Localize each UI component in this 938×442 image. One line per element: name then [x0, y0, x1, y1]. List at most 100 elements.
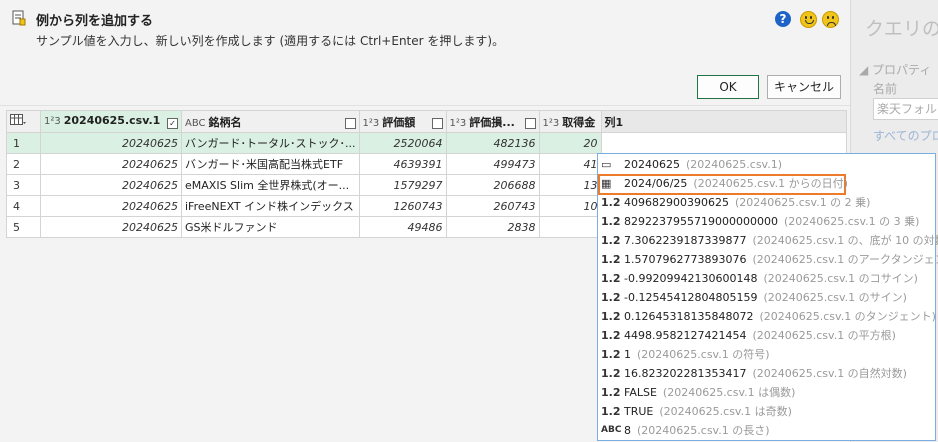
- suggestion-item[interactable]: 1.2 4498.9582127421454 (20240625.csv.1 の平方…: [598, 326, 935, 345]
- suggestion-value: 20240625: [624, 158, 680, 171]
- suggestion-item[interactable]: ▦ 2024/06/25 (20240625.csv.1 からの日付): [598, 174, 935, 193]
- cell: 4639391: [358, 153, 447, 175]
- table-row[interactable]: 1 20240625 バンガード･トータル･ストック･... 2520064 4…: [6, 132, 847, 154]
- cell: GS米ドルファンド: [181, 216, 360, 238]
- decimal-icon: 1.2: [601, 367, 621, 380]
- all-properties-link[interactable]: すべてのプロ: [873, 127, 938, 144]
- suggestion-item[interactable]: ABC 8 (20240625.csv.1 の長さ): [598, 421, 935, 440]
- suggestion-item[interactable]: 1.2 -0.99209942130600148 (20240625.csv.1 の…: [598, 269, 935, 288]
- decimal-icon: 1.2: [601, 253, 621, 266]
- column-label: 取得金: [562, 115, 596, 129]
- row-number: 4: [6, 195, 41, 217]
- row-number: 1: [6, 132, 41, 154]
- cell: 2838: [445, 216, 540, 238]
- suggestion-value: 8292237955719000000000: [624, 215, 778, 228]
- column-header-new[interactable]: 列1: [600, 110, 847, 133]
- abc-icon: ABC: [601, 425, 622, 435]
- suggestion-value: FALSE: [624, 386, 657, 399]
- help-icon[interactable]: ?: [775, 11, 791, 27]
- suggestion-value: -0.12545412804805159: [624, 291, 758, 304]
- cell: バンガード･米国高配当株式ETF: [181, 153, 360, 175]
- column-checkbox[interactable]: [344, 117, 356, 129]
- cell: iFreeNEXT インド株インデックス: [181, 195, 360, 217]
- column-header-cost[interactable]: 1²3 取得金: [538, 110, 602, 133]
- suggestion-value: 1: [624, 348, 631, 361]
- suggestion-item[interactable]: 1.2 FALSE (20240625.csv.1 は偶数): [598, 383, 935, 402]
- suggestion-item[interactable]: 1.2 7.3062239187339877 (20240625.csv.1 の、底…: [598, 231, 938, 250]
- row-number: 3: [6, 174, 41, 196]
- column-header-value[interactable]: 1²3 評価額: [358, 110, 447, 133]
- column-label: 銘柄名: [208, 115, 242, 129]
- decimal-icon: 1.2: [601, 405, 621, 418]
- decimal-icon: 1.2: [601, 272, 621, 285]
- row-number: 5: [6, 216, 41, 238]
- query-settings-title: クエリの: [865, 18, 938, 40]
- query-name-input[interactable]: 楽天フォル: [873, 98, 938, 120]
- properties-label: プロパティ: [872, 63, 932, 77]
- smile-feedback-icon[interactable]: [800, 11, 817, 28]
- table-icon: [10, 114, 26, 125]
- cell: 10: [538, 195, 602, 217]
- number-type-icon: 1²3: [362, 117, 380, 129]
- dialog-title: 例から列を追加する: [36, 14, 154, 29]
- column-header-name[interactable]: ABC 銘柄名: [181, 110, 360, 133]
- properties-section[interactable]: ◢ プロパティ: [859, 61, 931, 78]
- row-number: 2: [6, 153, 41, 175]
- suggestion-item[interactable]: 1.2 409682900390625 (20240625.csv.1 の 2 乗): [598, 193, 935, 212]
- dialog-header: 例から列を追加する サンプル値を入力し、新しい列を作成します (適用するには C…: [0, 0, 850, 106]
- suggestion-item[interactable]: 1.2 -0.12545412804805159 (20240625.csv.1 の…: [598, 288, 935, 307]
- name-label: 名前: [873, 82, 898, 96]
- column-checkbox[interactable]: [524, 117, 536, 129]
- decimal-icon: 1.2: [601, 196, 621, 209]
- suggestion-value: 8: [624, 424, 631, 437]
- frown-feedback-icon[interactable]: [822, 11, 839, 28]
- column-label: 列1: [604, 115, 624, 129]
- collapse-triangle-icon: ◢: [859, 63, 873, 77]
- suggestion-description: (20240625.csv.1 のコサイン): [763, 272, 918, 285]
- decimal-icon: 1.2: [601, 310, 621, 323]
- decimal-icon: 1.2: [601, 234, 621, 247]
- suggestion-description: (20240625.csv.1 の平方根): [752, 329, 896, 342]
- suggestion-value: 4498.9582127421454: [624, 329, 747, 342]
- column-label: 評価損...: [469, 115, 515, 129]
- add-column-icon: [12, 10, 26, 26]
- column-checkbox[interactable]: ✓: [167, 118, 178, 129]
- cell: 482136: [445, 132, 540, 154]
- suggestion-item[interactable]: 1.2 8292237955719000000000 (20240625.csv.1…: [598, 212, 935, 231]
- suggestion-item[interactable]: 1.2 0.12645318135848072 (20240625.csv.1 のタ…: [598, 307, 936, 326]
- cell: 1579297: [358, 174, 447, 196]
- cell: 20240625: [40, 132, 182, 154]
- suggestion-item[interactable]: 1.2 1.5707962773893076 (20240625.csv.1 のアー…: [598, 250, 938, 269]
- suggestion-description: (20240625.csv.1 の、底が 10 の対数): [752, 234, 938, 247]
- cell: 20240625: [40, 153, 182, 175]
- decimal-icon: 1.2: [601, 386, 621, 399]
- cell: 41: [538, 153, 602, 175]
- suggestion-item[interactable]: ▭ 20240625 (20240625.csv.1): [598, 155, 935, 174]
- cell: 206688: [445, 174, 540, 196]
- column-label: 評価額: [382, 115, 416, 129]
- table-menu-button[interactable]: [6, 110, 41, 133]
- suggestion-item[interactable]: 1.2 1 (20240625.csv.1 の符号): [598, 345, 935, 364]
- suggestion-description: (20240625.csv.1 のアークタンジェント): [752, 253, 938, 266]
- cell: 20240625: [40, 216, 182, 238]
- column-header-gain[interactable]: 1²3 評価損...: [445, 110, 540, 133]
- suggestion-dropdown: ▭ 20240625 (20240625.csv.1) ▦ 2024/06/25 (20…: [597, 153, 938, 441]
- suggestion-description: (20240625.csv.1 の 2 乗): [734, 196, 871, 209]
- decimal-icon: 1.2: [601, 329, 621, 342]
- column-checkbox[interactable]: [431, 117, 443, 129]
- new-column-input-cell[interactable]: [600, 132, 847, 154]
- suggestion-description: (20240625.csv.1 は奇数): [659, 405, 792, 418]
- suggestion-item[interactable]: 1.2 TRUE (20240625.csv.1 は奇数): [598, 402, 935, 421]
- suggestion-value: 2024/06/25: [624, 177, 688, 190]
- cancel-button[interactable]: キャンセル: [767, 75, 841, 99]
- suggestion-item[interactable]: 1.2 16.823202281353417 (20240625.csv.1 の自然…: [598, 364, 935, 383]
- suggestion-description: (20240625.csv.1): [686, 158, 782, 171]
- decimal-icon: 1.2: [601, 215, 621, 228]
- ok-button[interactable]: OK: [697, 75, 759, 99]
- number-type-icon: 1²3: [542, 117, 560, 129]
- suggestion-description: (20240625.csv.1 のサイン): [763, 291, 907, 304]
- column-header-csv[interactable]: 1²3 20240625.csv.1 ✓: [40, 110, 182, 133]
- suggestion-description: (20240625.csv.1 は偶数): [662, 386, 796, 399]
- suggestion-description: (20240625.csv.1 の自然対数): [752, 367, 907, 380]
- calendar-icon: ▦: [601, 177, 612, 190]
